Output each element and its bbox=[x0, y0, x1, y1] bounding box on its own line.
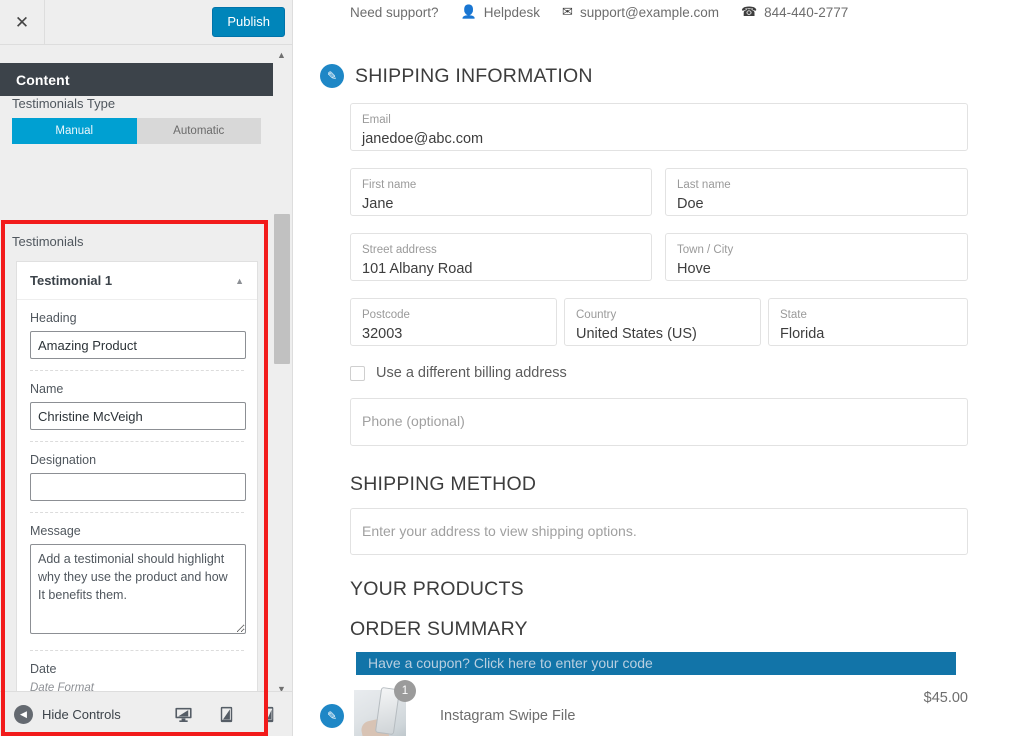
testimonial-card-title: Testimonial 1 bbox=[30, 273, 113, 288]
page-title: Content bbox=[0, 63, 273, 96]
support-phone-link[interactable]: ☎ 844-440-2777 bbox=[741, 4, 848, 20]
hide-controls-button[interactable]: ◀ Hide Controls bbox=[14, 704, 121, 724]
email-field[interactable]: Email janedoe@abc.com bbox=[350, 103, 968, 151]
support-email-link[interactable]: ✉ support@example.com bbox=[562, 4, 719, 20]
toggle-option-automatic[interactable]: Automatic bbox=[136, 118, 261, 144]
order-summary-heading: ORDER SUMMARY bbox=[350, 618, 528, 640]
support-phone-label: 844-440-2777 bbox=[764, 4, 849, 20]
name-input[interactable] bbox=[30, 402, 246, 430]
message-label: Message bbox=[30, 524, 81, 538]
customizer-screen: ✕ Publish ▲ ▼ Content Testimonials Type … bbox=[0, 0, 1024, 736]
postcode-label: Postcode bbox=[362, 309, 410, 321]
testimonials-group-label: Testimonials bbox=[12, 234, 84, 249]
shipping-method-notice: Enter your address to view shipping opti… bbox=[350, 508, 968, 555]
item-name: Instagram Swipe File bbox=[440, 708, 576, 724]
phone-icon: ☎ bbox=[740, 4, 758, 19]
checkbox-icon[interactable] bbox=[350, 365, 365, 381]
first-name-value: Jane bbox=[362, 196, 394, 213]
shipping-information-heading: SHIPPING INFORMATION bbox=[355, 64, 593, 87]
country-value: United States (US) bbox=[576, 326, 697, 343]
shipping-method-heading: SHIPPING METHOD bbox=[350, 473, 537, 495]
designation-input[interactable] bbox=[30, 473, 246, 501]
pencil-edit-icon[interactable]: ✎ bbox=[320, 64, 344, 88]
billing-address-checkbox-row[interactable]: Use a different billing address bbox=[350, 365, 567, 381]
support-prompt-label: Need support? bbox=[350, 4, 439, 20]
field-message: Message bbox=[17, 513, 257, 639]
testimonial-card: Testimonial 1 ▲ Heading Name Designation bbox=[16, 261, 258, 736]
heading-input[interactable] bbox=[30, 331, 246, 359]
street-address-field[interactable]: Street address 101 Albany Road bbox=[350, 233, 652, 281]
shipping-information-header: ✎ SHIPPING INFORMATION bbox=[320, 64, 593, 88]
billing-address-label: Use a different billing address bbox=[376, 365, 567, 381]
country-label: Country bbox=[576, 309, 617, 321]
heading-label: Heading bbox=[30, 311, 77, 325]
customizer-panel: ✕ Publish ▲ ▼ Content Testimonials Type … bbox=[0, 0, 293, 736]
testimonial-card-header[interactable]: Testimonial 1 ▲ bbox=[17, 262, 257, 300]
tablet-preview-icon[interactable] bbox=[217, 705, 236, 724]
field-name: Name bbox=[17, 371, 257, 430]
postcode-field[interactable]: Postcode 32003 bbox=[350, 298, 557, 346]
postcode-value: 32003 bbox=[362, 326, 403, 343]
field-designation: Designation bbox=[17, 442, 257, 501]
street-address-value: 101 Albany Road bbox=[362, 261, 473, 278]
phone-placeholder: Phone (optional) bbox=[362, 413, 465, 429]
email-value: janedoe@abc.com bbox=[362, 131, 484, 148]
chevron-left-circle-icon: ◀ bbox=[14, 704, 33, 724]
publish-button[interactable]: Publish bbox=[212, 7, 285, 37]
item-quantity-badge: 1 bbox=[394, 680, 416, 702]
town-city-field[interactable]: Town / City Hove bbox=[665, 233, 968, 281]
name-label: Name bbox=[30, 382, 64, 396]
field-heading: Heading bbox=[17, 300, 257, 359]
customizer-bottom-bar: ◀ Hide Controls bbox=[0, 691, 292, 736]
helpdesk-label: Helpdesk bbox=[483, 4, 541, 20]
pencil-edit-icon[interactable]: ✎ bbox=[320, 704, 344, 728]
your-products-heading: YOUR PRODUCTS bbox=[350, 578, 524, 600]
testimonials-type-label: Testimonials Type bbox=[12, 96, 116, 111]
last-name-label: Last name bbox=[677, 179, 731, 191]
caret-up-icon[interactable]: ▲ bbox=[273, 48, 290, 62]
last-name-value: Doe bbox=[677, 196, 704, 213]
state-value: Florida bbox=[780, 326, 825, 343]
toggle-option-manual[interactable]: Manual bbox=[12, 118, 137, 144]
coupon-link[interactable]: Have a coupon? Click here to enter your … bbox=[356, 652, 956, 675]
chevron-up-icon[interactable]: ▲ bbox=[235, 276, 244, 286]
user-icon: 👤 bbox=[460, 4, 477, 19]
customizer-scrollbar[interactable] bbox=[274, 214, 290, 364]
testimonials-type-toggle[interactable]: Manual Automatic bbox=[12, 118, 261, 144]
first-name-label: First name bbox=[362, 179, 417, 191]
designation-label: Designation bbox=[30, 453, 97, 467]
support-prompt: Need support? bbox=[350, 5, 439, 20]
support-email-label: support@example.com bbox=[579, 4, 719, 20]
hide-controls-label: Hide Controls bbox=[42, 706, 121, 722]
date-label: Date bbox=[30, 662, 57, 676]
street-address-label: Street address bbox=[362, 244, 437, 256]
state-label: State bbox=[780, 309, 807, 321]
first-name-field[interactable]: First name Jane bbox=[350, 168, 652, 216]
mobile-preview-icon[interactable] bbox=[260, 705, 279, 724]
customizer-controls: Testimonials Type Manual Automatic bbox=[0, 96, 273, 144]
message-textarea[interactable] bbox=[30, 544, 246, 634]
last-name-field[interactable]: Last name Doe bbox=[665, 168, 968, 216]
device-preview-group bbox=[174, 705, 279, 724]
customizer-topbar: ✕ Publish bbox=[0, 0, 292, 45]
town-city-label: Town / City bbox=[677, 244, 734, 256]
phone-field[interactable]: Phone (optional) bbox=[350, 398, 968, 446]
shipping-method-notice-text: Enter your address to view shipping opti… bbox=[362, 523, 637, 539]
checkout-preview: Need support? 👤 Helpdesk ✉ support@examp… bbox=[294, 0, 1024, 736]
support-bar: Need support? 👤 Helpdesk ✉ support@examp… bbox=[350, 4, 848, 20]
town-city-value: Hove bbox=[677, 261, 711, 278]
email-label: Email bbox=[362, 114, 391, 126]
envelope-icon: ✉ bbox=[562, 4, 573, 19]
customizer-scroll-area: ▲ ▼ Content Testimonials Type Manual Aut… bbox=[0, 46, 292, 736]
product-thumbnail: 1 bbox=[354, 680, 416, 736]
order-item-row: ✎ 1 Instagram Swipe File $45.00 bbox=[320, 680, 968, 736]
state-field[interactable]: State Florida bbox=[768, 298, 968, 346]
helpdesk-link[interactable]: 👤 Helpdesk bbox=[461, 4, 540, 20]
country-field[interactable]: Country United States (US) bbox=[564, 298, 761, 346]
item-price: $45.00 bbox=[923, 690, 968, 706]
desktop-preview-icon[interactable] bbox=[174, 705, 193, 724]
close-icon[interactable]: ✕ bbox=[0, 0, 45, 45]
